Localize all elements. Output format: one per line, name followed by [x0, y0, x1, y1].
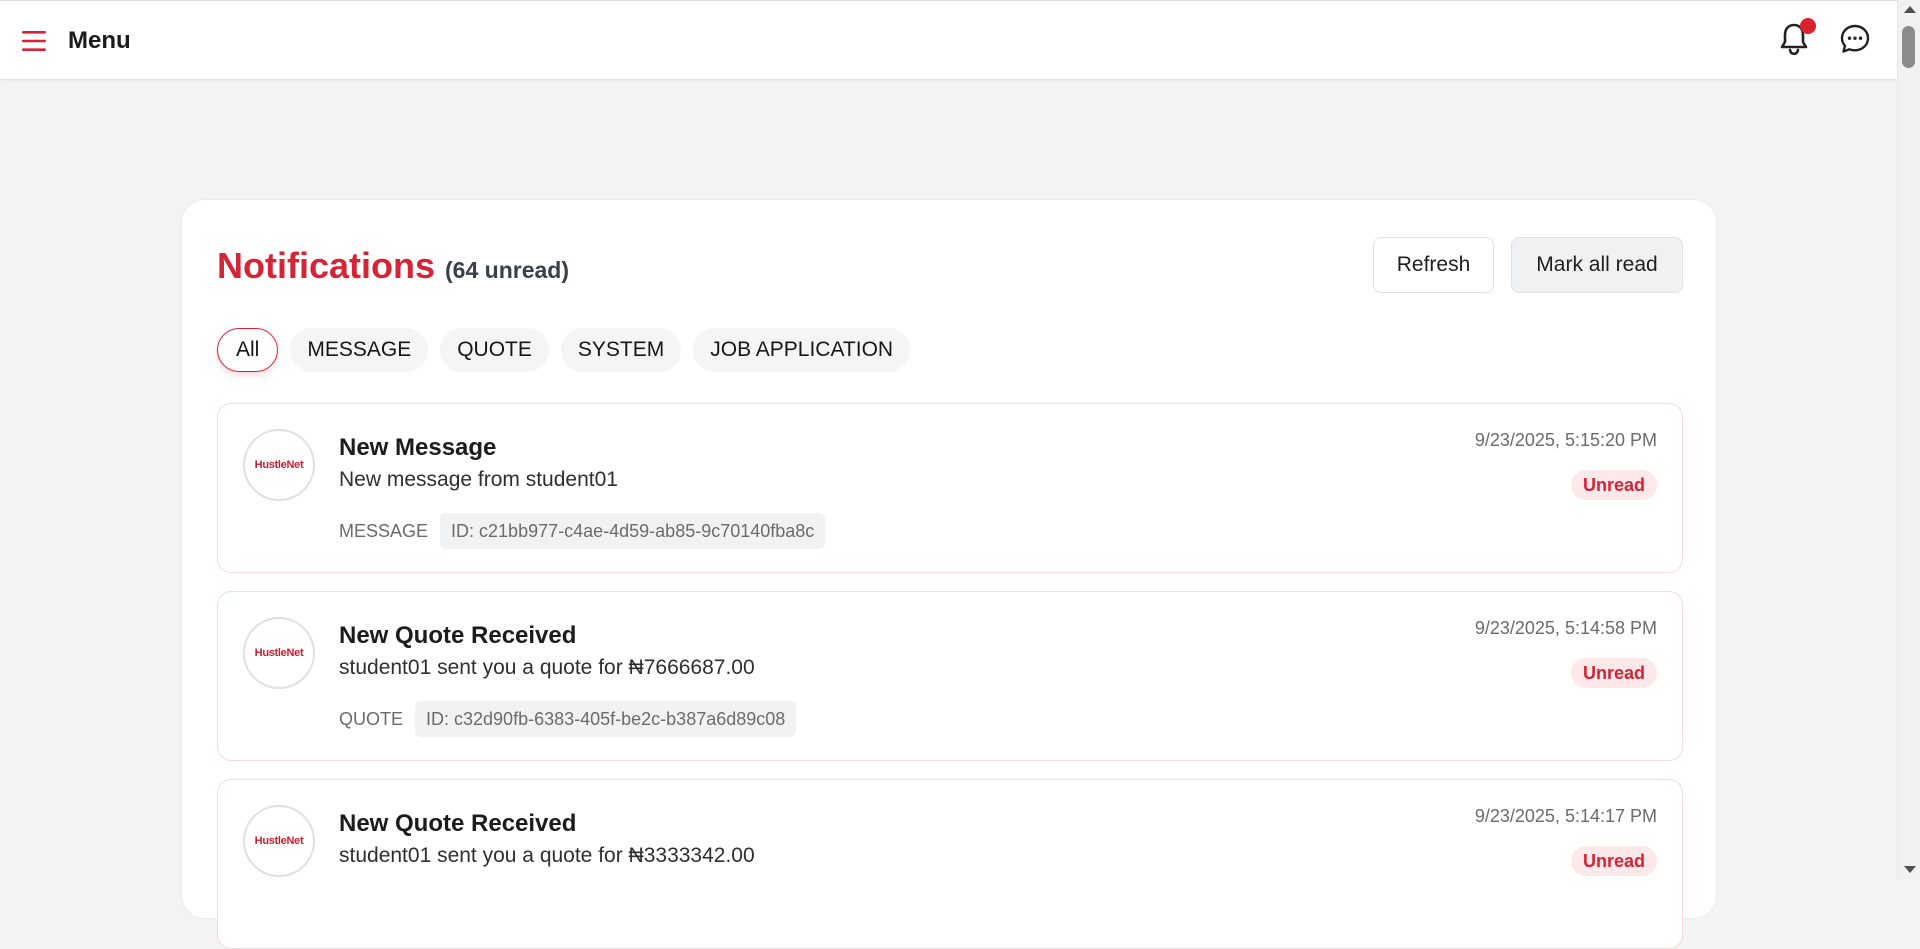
- notification-timestamp: 9/23/2025, 5:14:58 PM: [1474, 618, 1657, 638]
- scroll-down-arrow-icon[interactable]: [1904, 866, 1916, 873]
- notifications-card: Notifications (64 unread) Refresh Mark a…: [181, 199, 1717, 949]
- page-scrollbar[interactable]: [1897, 0, 1920, 879]
- notification-title: New Quote Received: [339, 622, 577, 649]
- hustlenet-logo: HustleNet: [254, 835, 304, 847]
- avatar: HustleNet: [243, 805, 315, 877]
- notification-type: QUOTE: [339, 708, 404, 729]
- messages-button[interactable]: [1835, 21, 1875, 61]
- filter-tab-system[interactable]: SYSTEM: [560, 328, 682, 372]
- top-bar: Menu: [0, 0, 1897, 80]
- notification-title: New Message: [339, 434, 497, 461]
- notification-timestamp: 9/23/2025, 5:15:20 PM: [1474, 430, 1657, 450]
- menu-label: Menu: [68, 27, 131, 54]
- notification-id-chip: ID: c32d90fb-6383-405f-be2c-b387a6d89c08: [415, 701, 797, 737]
- filter-tabs: All MESSAGE QUOTE SYSTEM JOB APPLICATION: [217, 328, 911, 372]
- hustlenet-logo: HustleNet: [254, 459, 304, 471]
- notification-item[interactable]: HustleNet New Quote Received student01 s…: [217, 591, 1683, 761]
- notification-item[interactable]: HustleNet New Message New message from s…: [217, 403, 1683, 573]
- refresh-button[interactable]: Refresh: [1373, 237, 1494, 293]
- status-badge: Unread: [1570, 470, 1657, 500]
- notification-body: New message from student01: [339, 468, 618, 491]
- chat-bubble-icon: [1839, 23, 1871, 60]
- notification-body: student01 sent you a quote for ₦3333342.…: [339, 844, 755, 867]
- page-title: Notifications: [217, 245, 436, 286]
- notification-meta: MESSAGE ID: c21bb977-c4ae-4d59-ab85-9c70…: [339, 513, 826, 549]
- mark-all-read-button[interactable]: Mark all read: [1511, 237, 1683, 293]
- notification-item[interactable]: HustleNet New Quote Received student01 s…: [217, 779, 1683, 949]
- notification-timestamp: 9/23/2025, 5:14:17 PM: [1474, 806, 1657, 826]
- notification-meta: QUOTE ID: c32d90fb-6383-405f-be2c-b387a6…: [339, 701, 797, 737]
- page-header: Notifications (64 unread): [217, 245, 569, 287]
- scroll-up-arrow-icon[interactable]: [1904, 6, 1916, 13]
- status-badge: Unread: [1570, 846, 1657, 876]
- unread-count: (64 unread): [445, 257, 569, 283]
- filter-tab-job-application[interactable]: JOB APPLICATION: [693, 328, 911, 372]
- avatar: HustleNet: [243, 429, 315, 501]
- notification-title: New Quote Received: [339, 810, 577, 837]
- filter-tab-all[interactable]: All: [217, 328, 279, 372]
- notification-body: student01 sent you a quote for ₦7666687.…: [339, 656, 755, 679]
- hamburger-icon: [22, 30, 46, 52]
- notification-id-chip: ID: c21bb977-c4ae-4d59-ab85-9c70140fba8c: [440, 513, 826, 549]
- status-badge: Unread: [1570, 658, 1657, 688]
- scrollbar-thumb[interactable]: [1902, 26, 1915, 68]
- filter-tab-message[interactable]: MESSAGE: [290, 328, 429, 372]
- hustlenet-logo: HustleNet: [254, 647, 304, 659]
- avatar: HustleNet: [243, 617, 315, 689]
- unread-indicator-dot: [1800, 18, 1816, 34]
- notification-type: MESSAGE: [339, 520, 429, 541]
- filter-tab-quote[interactable]: QUOTE: [440, 328, 549, 372]
- menu-button[interactable]: Menu: [22, 23, 131, 59]
